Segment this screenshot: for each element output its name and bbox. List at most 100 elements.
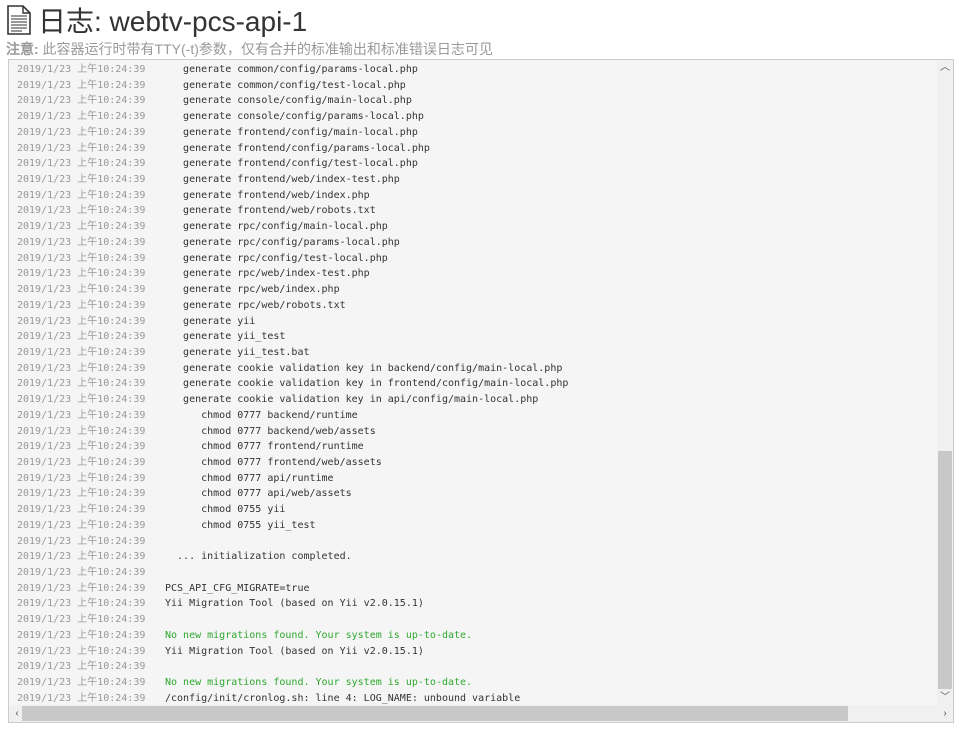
- log-message: generate rpc/web/robots.txt: [165, 299, 346, 311]
- log-message: generate common/config/test-local.php: [165, 79, 406, 91]
- log-line: 2019/1/23 上午10:24:39 No new migrations fo…: [17, 675, 568, 691]
- log-timestamp: 2019/1/23 上午10:24:39: [17, 551, 146, 563]
- log-line: 2019/1/23 上午10:24:39: [17, 612, 568, 628]
- log-timestamp: 2019/1/23 上午10:24:39: [17, 456, 146, 468]
- horizontal-scrollbar[interactable]: ‹ ›: [9, 705, 953, 722]
- log-timestamp: 2019/1/23 上午10:24:39: [17, 645, 146, 657]
- document-icon: [7, 5, 31, 35]
- log-timestamp: 2019/1/23 上午10:24:39: [17, 362, 146, 374]
- log-message: No new migrations found. Your system is …: [165, 629, 473, 641]
- log-message: chmod 0777 frontend/web/assets: [165, 456, 382, 468]
- log-message: chmod 0755 yii: [165, 504, 286, 516]
- log-timestamp: 2019/1/23 上午10:24:39: [17, 441, 146, 453]
- log-line: 2019/1/23 上午10:24:39 generate yii_test: [17, 329, 568, 345]
- log-timestamp: 2019/1/23 上午10:24:39: [17, 205, 146, 217]
- log-line: 2019/1/23 上午10:24:39 generate common/con…: [17, 62, 568, 78]
- log-timestamp: 2019/1/23 上午10:24:39: [17, 425, 146, 437]
- log-message: generate frontend/config/main-local.php: [165, 126, 418, 138]
- log-line: 2019/1/23 上午10:24:39 generate rpc/config…: [17, 235, 568, 251]
- log-line: 2019/1/23 上午10:24:39 generate rpc/web/ro…: [17, 298, 568, 314]
- log-message: /config/init/cronlog.sh: line 4: LOG_NAM…: [165, 692, 521, 704]
- log-line: 2019/1/23 上午10:24:39 No new migrations fo…: [17, 628, 568, 644]
- log-message: generate cookie validation key in fronte…: [165, 378, 569, 390]
- log-viewer[interactable]: 2019/1/23 上午10:24:39 generate common/con…: [8, 59, 954, 723]
- log-timestamp: 2019/1/23 上午10:24:39: [17, 95, 146, 107]
- log-line: 2019/1/23 上午10:24:39 chmod 0777 frontend…: [17, 455, 568, 471]
- log-line: 2019/1/23 上午10:24:39 chmod 0777 backend/…: [17, 408, 568, 424]
- log-timestamp: 2019/1/23 上午10:24:39: [17, 582, 146, 594]
- log-line: 2019/1/23 上午10:24:39 chmod 0777 api/web/…: [17, 486, 568, 502]
- scroll-down-icon[interactable]: ﹀: [937, 690, 953, 706]
- log-timestamp: 2019/1/23 上午10:24:39: [17, 598, 146, 610]
- log-timestamp: 2019/1/23 上午10:24:39: [17, 126, 146, 138]
- log-message: generate frontend/config/params-local.ph…: [165, 142, 430, 154]
- log-timestamp: 2019/1/23 上午10:24:39: [17, 142, 146, 154]
- log-message: generate yii: [165, 315, 256, 327]
- title-text: 日志: webtv-pcs-api-1: [38, 6, 308, 37]
- log-message: ... initialization completed.: [165, 551, 352, 563]
- log-message: Yii Migration Tool (based on Yii v2.0.15…: [165, 598, 424, 610]
- log-message: generate console/config/main-local.php: [165, 95, 412, 107]
- log-message: generate yii_test: [165, 331, 286, 343]
- log-timestamp: 2019/1/23 上午10:24:39: [17, 472, 146, 484]
- log-line: 2019/1/23 上午10:24:39 Yii Migration Tool (…: [17, 596, 568, 612]
- note-label: 注意:: [6, 41, 39, 57]
- log-timestamp: 2019/1/23 上午10:24:39: [17, 221, 146, 233]
- log-timestamp: 2019/1/23 上午10:24:39: [17, 79, 146, 91]
- vertical-scrollbar[interactable]: ︿ ﹀: [937, 60, 953, 706]
- log-line: 2019/1/23 上午10:24:39 generate frontend/c…: [17, 141, 568, 157]
- log-message: generate rpc/config/test-local.php: [165, 252, 388, 264]
- log-timestamp: 2019/1/23 上午10:24:39: [17, 236, 146, 248]
- log-timestamp: 2019/1/23 上午10:24:39: [17, 661, 146, 673]
- log-line: 2019/1/23 上午10:24:39 generate frontend/c…: [17, 125, 568, 141]
- log-timestamp: 2019/1/23 上午10:24:39: [17, 331, 146, 343]
- note-text: 此容器运行时带有TTY(-t)参数，仅有合并的标准输出和标准错误日志可见: [38, 41, 493, 57]
- log-line: 2019/1/23 上午10:24:39 generate cookie val…: [17, 361, 568, 377]
- log-timestamp: 2019/1/23 上午10:24:39: [17, 567, 146, 578]
- log-line: 2019/1/23 上午10:24:39: [17, 565, 568, 581]
- log-line: 2019/1/23 上午10:24:39 chmod 0777 backend/…: [17, 424, 568, 440]
- log-message: chmod 0777 backend/runtime: [165, 409, 358, 421]
- page-title: 日志: webtv-pcs-api-1: [6, 2, 307, 38]
- log-line: 2019/1/23 上午10:24:39 generate console/co…: [17, 93, 568, 109]
- log-line: 2019/1/23 上午10:24:39 generate cookie val…: [17, 392, 568, 408]
- log-line: 2019/1/23 上午10:24:39 generate cookie val…: [17, 376, 568, 392]
- log-timestamp: 2019/1/23 上午10:24:39: [17, 284, 146, 296]
- log-timestamp: 2019/1/23 上午10:24:39: [17, 189, 146, 201]
- log-timestamp: 2019/1/23 上午10:24:39: [17, 64, 146, 75]
- log-message: generate console/config/params-local.php: [165, 111, 424, 123]
- log-timestamp: 2019/1/23 上午10:24:39: [17, 378, 146, 390]
- log-line: 2019/1/23 上午10:24:39 chmod 0777 api/runt…: [17, 471, 568, 487]
- scroll-right-icon[interactable]: ›: [937, 706, 953, 722]
- log-line: 2019/1/23 上午10:24:39 generate rpc/web/in…: [17, 266, 568, 282]
- log-line: 2019/1/23 上午10:24:39 generate frontend/c…: [17, 156, 568, 172]
- log-message: PCS_API_CFG_MIGRATE=true: [165, 582, 310, 594]
- log-message: chmod 0777 backend/web/assets: [165, 425, 376, 437]
- log-timestamp: 2019/1/23 上午10:24:39: [17, 315, 146, 327]
- scroll-up-icon[interactable]: ︿: [937, 60, 953, 76]
- log-line: 2019/1/23 上午10:24:39 ... initialization …: [17, 549, 568, 565]
- log-timestamp: 2019/1/23 上午10:24:39: [17, 629, 146, 641]
- vertical-scroll-thumb[interactable]: [938, 451, 952, 689]
- log-timestamp: 2019/1/23 上午10:24:39: [17, 158, 146, 170]
- log-line: 2019/1/23 上午10:24:39 generate yii: [17, 314, 568, 330]
- log-timestamp: 2019/1/23 上午10:24:39: [17, 504, 146, 516]
- horizontal-scroll-thumb[interactable]: [22, 706, 848, 721]
- log-message: generate frontend/web/index.php: [165, 189, 370, 201]
- log-message: chmod 0777 api/web/assets: [165, 488, 352, 500]
- log-timestamp: 2019/1/23 上午10:24:39: [17, 111, 146, 123]
- log-message: chmod 0777 api/runtime: [165, 472, 334, 484]
- log-message: generate cookie validation key in backen…: [165, 362, 563, 374]
- log-message: generate cookie validation key in api/co…: [165, 394, 539, 406]
- log-line: 2019/1/23 上午10:24:39 generate common/con…: [17, 78, 568, 94]
- log-message: generate frontend/web/robots.txt: [165, 205, 376, 217]
- log-line: 2019/1/23 上午10:24:39 chmod 0755 yii_test: [17, 518, 568, 534]
- log-line: 2019/1/23 上午10:24:39 generate console/co…: [17, 109, 568, 125]
- log-timestamp: 2019/1/23 上午10:24:39: [17, 409, 146, 421]
- log-lines: 2019/1/23 上午10:24:39 generate common/con…: [17, 62, 568, 706]
- log-timestamp: 2019/1/23 上午10:24:39: [17, 268, 146, 280]
- log-line: 2019/1/23 上午10:24:39 generate frontend/w…: [17, 203, 568, 219]
- log-timestamp: 2019/1/23 上午10:24:39: [17, 519, 146, 531]
- log-timestamp: 2019/1/23 上午10:24:39: [17, 535, 146, 547]
- log-line: 2019/1/23 上午10:24:39 generate frontend/w…: [17, 188, 568, 204]
